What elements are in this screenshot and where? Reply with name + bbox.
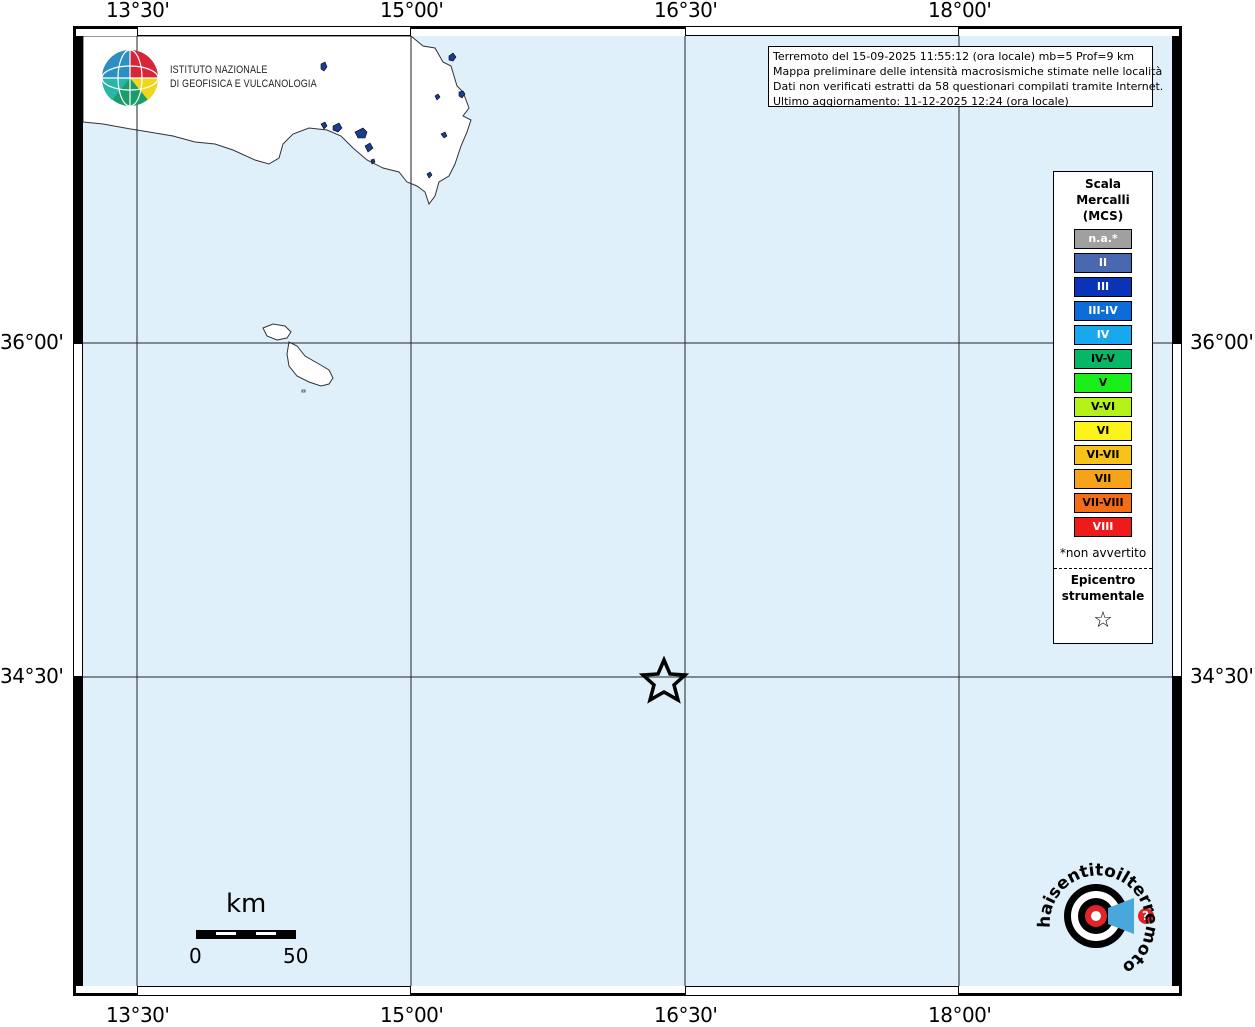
institute-line2: DI GEOFISICA E VULCANOLOGIA bbox=[170, 78, 317, 90]
frame-segment bbox=[1172, 343, 1182, 677]
legend-swatch: III bbox=[1074, 277, 1132, 297]
top-axis-label: 16°30' bbox=[654, 0, 718, 22]
legend-separator bbox=[1054, 568, 1152, 569]
legend-swatch: VII bbox=[1074, 469, 1132, 489]
epicenter-star-legend-icon: ☆ bbox=[1093, 608, 1113, 633]
bottom-axis-label: 16°30' bbox=[654, 1003, 718, 1027]
info-line: Ultimo aggiornamento: 11-12-2025 12:24 (… bbox=[773, 95, 1069, 108]
top-axis-label: 13°30' bbox=[106, 0, 170, 22]
legend-swatch: III-IV bbox=[1074, 301, 1132, 321]
epicenter-label-line1: Epicentro bbox=[1070, 573, 1136, 587]
info-line: Dati non verificati estratti da 58 quest… bbox=[773, 80, 1164, 93]
islet bbox=[301, 389, 306, 393]
scale-bar-unit: km bbox=[226, 889, 267, 919]
institute-line1: ISTITUTO NAZIONALE bbox=[170, 64, 268, 76]
frame-segment bbox=[685, 986, 959, 996]
epicenter-label-line2: strumentale bbox=[1061, 589, 1145, 603]
top-axis-label: 15°00' bbox=[380, 0, 444, 22]
bottom-axis-label: 15°00' bbox=[380, 1003, 444, 1027]
frame-segment bbox=[1172, 36, 1182, 343]
legend-swatch: n.a.* bbox=[1074, 229, 1132, 249]
left-axis-label: 34°30' bbox=[0, 664, 64, 688]
legend-note: *non avvertito bbox=[1059, 546, 1147, 560]
scale-bar-min: 0 bbox=[189, 944, 202, 968]
legend-swatch: II bbox=[1074, 253, 1132, 273]
legend-swatch: VIII bbox=[1074, 517, 1132, 537]
frame-segment bbox=[685, 26, 959, 36]
legend-swatch: VI-VII bbox=[1074, 445, 1132, 465]
frame-segment bbox=[1172, 677, 1182, 986]
bottom-axis-label: 13°30' bbox=[106, 1003, 170, 1027]
sea bbox=[83, 36, 1172, 986]
left-axis-label: 36°00' bbox=[0, 330, 64, 354]
scale-bar bbox=[196, 930, 296, 939]
legend-swatch: VI bbox=[1074, 421, 1132, 441]
legend-title-line1: Scala bbox=[1084, 177, 1122, 191]
right-axis-label: 36°00' bbox=[1190, 330, 1254, 354]
legend-swatch: IV-V bbox=[1074, 349, 1132, 369]
legend-title-line3: (MCS) bbox=[1082, 209, 1124, 223]
legend-swatch: V-VI bbox=[1074, 397, 1132, 417]
frame-segment bbox=[73, 36, 83, 343]
mcs-legend: Scala Mercalli (MCS) n.a.* II III III-IV IV I… bbox=[1053, 171, 1153, 644]
haisentito-logo[interactable]: ? haisentitoilterremoto.it bbox=[1030, 858, 1160, 978]
frame-segment bbox=[137, 26, 411, 36]
institute-name: ISTITUTO NAZIONALE DI GEOFISICA E VULCAN… bbox=[170, 63, 317, 91]
bottom-axis-label: 18°00' bbox=[928, 1003, 992, 1027]
earthquake-info-box: Terremoto del 15-09-2025 11:55:12 (ora l… bbox=[768, 46, 1164, 108]
info-line: Mappa preliminare delle intensità macros… bbox=[773, 65, 1163, 78]
legend-swatch: VII-VIII bbox=[1074, 493, 1132, 513]
right-axis-label: 34°30' bbox=[1190, 664, 1254, 688]
map-area[interactable] bbox=[83, 36, 1172, 986]
frame-segment bbox=[73, 343, 83, 677]
top-axis-label: 18°00' bbox=[928, 0, 992, 22]
legend-title-line2: Mercalli bbox=[1076, 193, 1130, 207]
frame-segment bbox=[137, 986, 411, 996]
scale-bar-max: 50 bbox=[283, 944, 309, 968]
legend-swatch: IV bbox=[1074, 325, 1132, 345]
ingv-globe-logo bbox=[101, 49, 159, 107]
legend-swatch: V bbox=[1074, 373, 1132, 393]
frame-segment bbox=[73, 677, 83, 986]
info-line: Terremoto del 15-09-2025 11:55:12 (ora l… bbox=[773, 50, 1135, 63]
